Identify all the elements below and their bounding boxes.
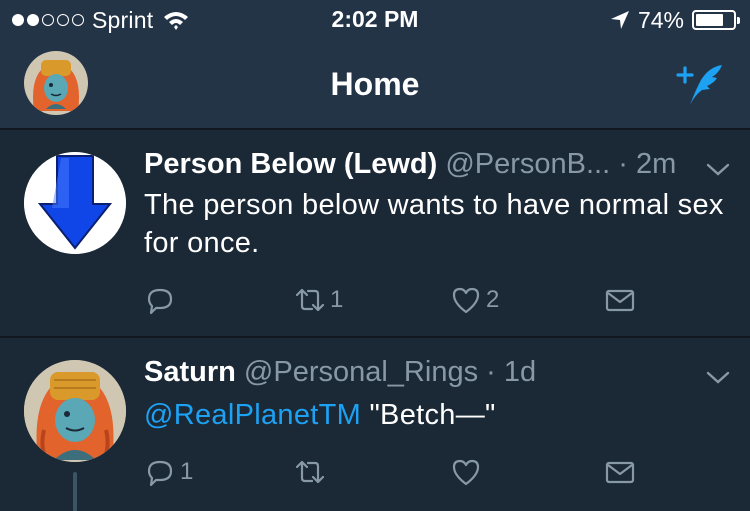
like-button[interactable] xyxy=(450,454,486,490)
retweet-icon xyxy=(295,288,325,312)
display-name[interactable]: Saturn xyxy=(144,356,236,388)
top-bar: Sprint 2:02 PM 74% Home xyxy=(0,0,750,128)
retweet-icon xyxy=(295,460,325,484)
envelope-icon xyxy=(605,461,635,484)
tweet-actions: 1 2 xyxy=(144,282,734,318)
like-count: 2 xyxy=(486,286,500,313)
like-button[interactable]: 2 xyxy=(450,282,499,318)
page-title: Home xyxy=(330,66,420,102)
down-arrow-avatar[interactable] xyxy=(24,152,126,254)
tweet-body: "Betch—" xyxy=(361,399,496,431)
tweet[interactable]: Saturn @Personal_Rings · 1d @RealPlanetT… xyxy=(0,338,750,511)
tweet-actions: 1 xyxy=(144,454,734,490)
direct-message-button[interactable] xyxy=(604,454,636,490)
battery-icon xyxy=(692,10,740,30)
chevron-down-icon[interactable] xyxy=(706,370,730,386)
tweet-text: @RealPlanetTM "Betch—" xyxy=(144,396,729,434)
envelope-icon xyxy=(605,289,635,312)
display-name[interactable]: Person Below (Lewd) xyxy=(144,148,437,180)
reply-count: 1 xyxy=(180,458,194,485)
timestamp: · 2m xyxy=(618,148,677,180)
compose-tweet-icon[interactable] xyxy=(674,62,728,108)
tweet-header: Person Below (Lewd) @PersonB... · 2m xyxy=(144,148,680,182)
reply-icon xyxy=(147,288,173,315)
heart-icon xyxy=(452,287,480,314)
mention-link[interactable]: @RealPlanetTM xyxy=(144,399,361,431)
reply-button[interactable] xyxy=(144,282,180,318)
tweet-text: The person below wants to have normal se… xyxy=(144,186,729,262)
retweet-button[interactable] xyxy=(294,454,330,490)
retweet-count: 1 xyxy=(330,286,344,313)
status-right: 74% xyxy=(610,6,740,34)
timestamp: · 1d xyxy=(486,356,537,388)
location-arrow-icon xyxy=(610,11,629,29)
nav-bar: Home xyxy=(0,40,750,128)
tweet-header: Saturn @Personal_Rings · 1d xyxy=(144,356,680,390)
tweet[interactable]: Person Below (Lewd) @PersonB... · 2m The… xyxy=(0,130,750,336)
character-avatar[interactable] xyxy=(24,360,126,462)
battery-percent: 74% xyxy=(637,6,684,33)
heart-icon xyxy=(452,459,480,486)
chevron-down-icon[interactable] xyxy=(706,162,730,178)
reply-button[interactable]: 1 xyxy=(144,454,193,490)
handle[interactable]: @Personal_Rings xyxy=(244,356,478,388)
battery-level xyxy=(696,14,723,26)
tweet-body: The person below wants to have normal se… xyxy=(144,189,724,259)
handle[interactable]: @PersonB... xyxy=(445,148,610,180)
retweet-button[interactable]: 1 xyxy=(294,282,343,318)
status-bar: Sprint 2:02 PM 74% xyxy=(0,0,750,40)
reply-icon xyxy=(147,460,173,487)
thread-line xyxy=(73,472,77,511)
direct-message-button[interactable] xyxy=(604,282,636,318)
